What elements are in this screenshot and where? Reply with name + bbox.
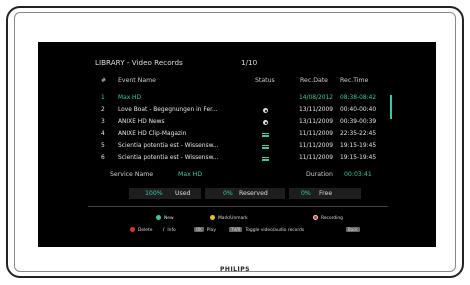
record-date: 13/11/2009 — [299, 107, 333, 113]
record-date: 11/11/2009 — [299, 143, 333, 149]
record-date: 11/11/2009 — [299, 155, 333, 161]
record-name: ANIXE HD Clip-Magazin — [118, 131, 187, 137]
record-time: 22:35-22:45 — [340, 131, 377, 137]
reserved-label: Reserved — [239, 190, 268, 197]
record-name: Scientia potentia est - Wissensw... — [118, 155, 219, 161]
record-name: Love Boat - Begegnungen in Fer... — [118, 107, 218, 113]
reserved-segment: 0% Reserved — [205, 188, 285, 199]
record-time: 19:15-19:45 — [340, 143, 377, 149]
status-icon — [262, 156, 269, 163]
record-row-selected[interactable]: 1 Max HD 14/08/2012 08:38-08:42 — [38, 95, 436, 105]
column-header-event-name: Event Name — [118, 77, 156, 84]
equal-icon — [262, 156, 269, 161]
page-title: LIBRARY - Video Records — [95, 58, 183, 67]
legend-play-label: Play — [206, 228, 216, 233]
equal-icon — [262, 144, 269, 149]
record-number: 5 — [101, 143, 105, 149]
list-scrollbar[interactable] — [390, 95, 392, 119]
record-row[interactable]: 6 Scientia potentia est - Wissensw... 11… — [38, 155, 436, 165]
divider — [88, 206, 388, 207]
legend-toggle-label: Toggle video/audio records — [245, 228, 305, 233]
legend-new-label: New — [164, 216, 174, 221]
legend-play: OK Play — [194, 227, 216, 233]
legend-new: New — [156, 215, 174, 221]
record-date: 14/08/2012 — [299, 95, 333, 101]
used-value: 100% — [145, 190, 163, 197]
legend-back: Back — [346, 227, 363, 233]
used-label: Used — [175, 190, 191, 197]
tv-brand-logo: PHILIPS — [220, 266, 250, 273]
service-name-value: Max HD — [178, 171, 203, 178]
column-header-status: Status — [255, 77, 275, 84]
legend-info: i Info — [163, 227, 176, 233]
equal-icon — [262, 132, 269, 137]
legend-toggle: TV/R Toggle video/audio records — [229, 227, 304, 233]
record-number: 4 — [101, 131, 105, 137]
disk-icon — [263, 120, 268, 125]
legend-mark-label: Mark/Unmark — [218, 216, 248, 221]
duration-value: 00:03:41 — [344, 171, 372, 178]
record-time: 08:38-08:42 — [340, 95, 377, 101]
record-row[interactable]: 2 Love Boat - Begegnungen in Fer... 13/1… — [38, 107, 436, 117]
status-icon — [263, 120, 268, 127]
legend-recording-label: Recording — [321, 216, 343, 221]
record-time: 00:40-00:40 — [340, 107, 377, 113]
disk-icon — [263, 108, 268, 113]
legend-mark: Mark/Unmark — [210, 215, 248, 221]
legend-delete: Delete — [130, 227, 152, 233]
record-date: 13/11/2009 — [299, 119, 333, 125]
ok-key: OK — [194, 227, 204, 232]
record-name: Scientia potentia est - Wissensw... — [118, 143, 219, 149]
page-indicator: 1/10 — [241, 58, 258, 67]
red-button-icon — [130, 227, 135, 232]
tv-r-key: TV/R — [229, 227, 243, 232]
duration-label: Duration — [306, 171, 333, 178]
column-header-number: # — [101, 77, 107, 84]
record-time: 19:15-19:45 — [340, 155, 377, 161]
status-icon — [263, 108, 268, 115]
record-number: 1 — [101, 95, 105, 101]
free-segment: 0% Free — [289, 188, 361, 199]
column-header-rec-time: Rec.Time — [340, 77, 369, 84]
storage-usage-bar: 100% Used 0% Reserved 0% Free — [129, 188, 369, 199]
record-date: 11/11/2009 — [299, 131, 333, 137]
record-row[interactable]: 5 Scientia potentia est - Wissensw... 11… — [38, 143, 436, 153]
record-time: 00:39-00:39 — [340, 119, 377, 125]
green-button-icon — [156, 215, 161, 220]
status-icon — [262, 132, 269, 139]
record-row[interactable]: 3 ANIXE HD News 13/11/2009 00:39-00:39 — [38, 119, 436, 129]
record-number: 6 — [101, 155, 105, 161]
legend-delete-label: Delete — [138, 228, 153, 233]
service-name-label: Service Name — [110, 171, 154, 178]
library-header: LIBRARY - Video Records 1/10 — [95, 58, 257, 67]
free-label: Free — [319, 190, 333, 197]
record-number: 2 — [101, 107, 105, 113]
used-segment: 100% Used — [129, 188, 201, 199]
record-name: Max HD — [118, 95, 142, 101]
record-number: 3 — [101, 119, 105, 125]
record-name: ANIXE HD News — [118, 119, 165, 125]
record-row[interactable]: 4 ANIXE HD Clip-Magazin 11/11/2009 22:35… — [38, 131, 436, 141]
reserved-value: 0% — [223, 190, 233, 197]
info-icon: i — [163, 227, 165, 233]
legend-recording: Recording — [313, 215, 343, 221]
column-header-rec-date: Rec.Date — [300, 77, 328, 84]
record-icon — [313, 215, 318, 220]
status-icon — [262, 144, 269, 151]
free-value: 0% — [301, 190, 311, 197]
tv-screen: LIBRARY - Video Records 1/10 # Event Nam… — [38, 42, 436, 247]
yellow-button-icon — [210, 215, 215, 220]
back-key: Back — [346, 227, 360, 232]
legend-info-label: Info — [167, 228, 176, 233]
